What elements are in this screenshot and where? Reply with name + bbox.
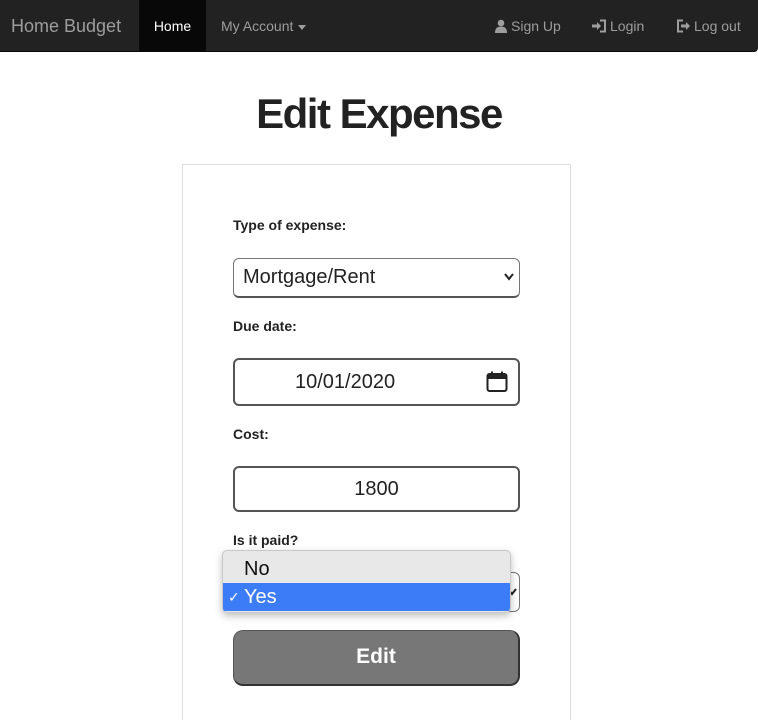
chevron-down-icon [504,259,514,309]
due-date-value: 10/01/2020 [295,371,396,393]
paid-option-label: No [244,558,270,580]
due-date-input[interactable]: 10/01/2020 [233,358,520,406]
expense-type-label: Type of expense: [233,217,347,233]
nav-login-link[interactable]: Login [592,0,644,52]
nav-my-account-label: My Account [221,18,294,34]
user-icon [495,19,507,34]
edit-button[interactable]: Edit [233,630,520,686]
logout-icon [677,19,690,33]
nav-my-account-dropdown[interactable]: My Account [221,0,307,52]
cost-input[interactable]: 1800 [233,466,520,512]
login-icon [592,19,606,33]
caret-down-icon [298,24,307,30]
due-date-label: Due date: [233,318,297,334]
paid-label: Is it paid? [233,532,299,548]
nav-login-label: Login [610,18,645,34]
calendar-icon[interactable] [486,371,508,393]
nav-sign-up-label: Sign Up [511,18,561,34]
cost-value: 1800 [354,478,399,500]
paid-dropdown-menu: No ✓ Yes [222,550,511,613]
cost-label: Cost: [233,426,269,442]
checkmark-icon: ✓ [228,589,240,605]
paid-option-yes[interactable]: ✓ Yes [223,583,510,611]
nav-logout-link[interactable]: Log out [676,0,741,52]
expense-type-value: Mortgage/Rent [243,266,376,288]
page-title: Edit Expense [256,90,503,137]
paid-option-label: Yes [244,586,277,608]
nav-logout-label: Log out [694,18,741,34]
nav-sign-up-link[interactable]: Sign Up [494,0,561,52]
brand-link[interactable]: Home Budget [11,0,121,52]
navbar: Home Budget Home My Account Sign Up Logi… [0,0,758,52]
expense-type-select[interactable]: Mortgage/Rent [233,258,520,298]
paid-option-no[interactable]: No [223,555,510,583]
nav-home-link[interactable]: Home [139,0,206,52]
